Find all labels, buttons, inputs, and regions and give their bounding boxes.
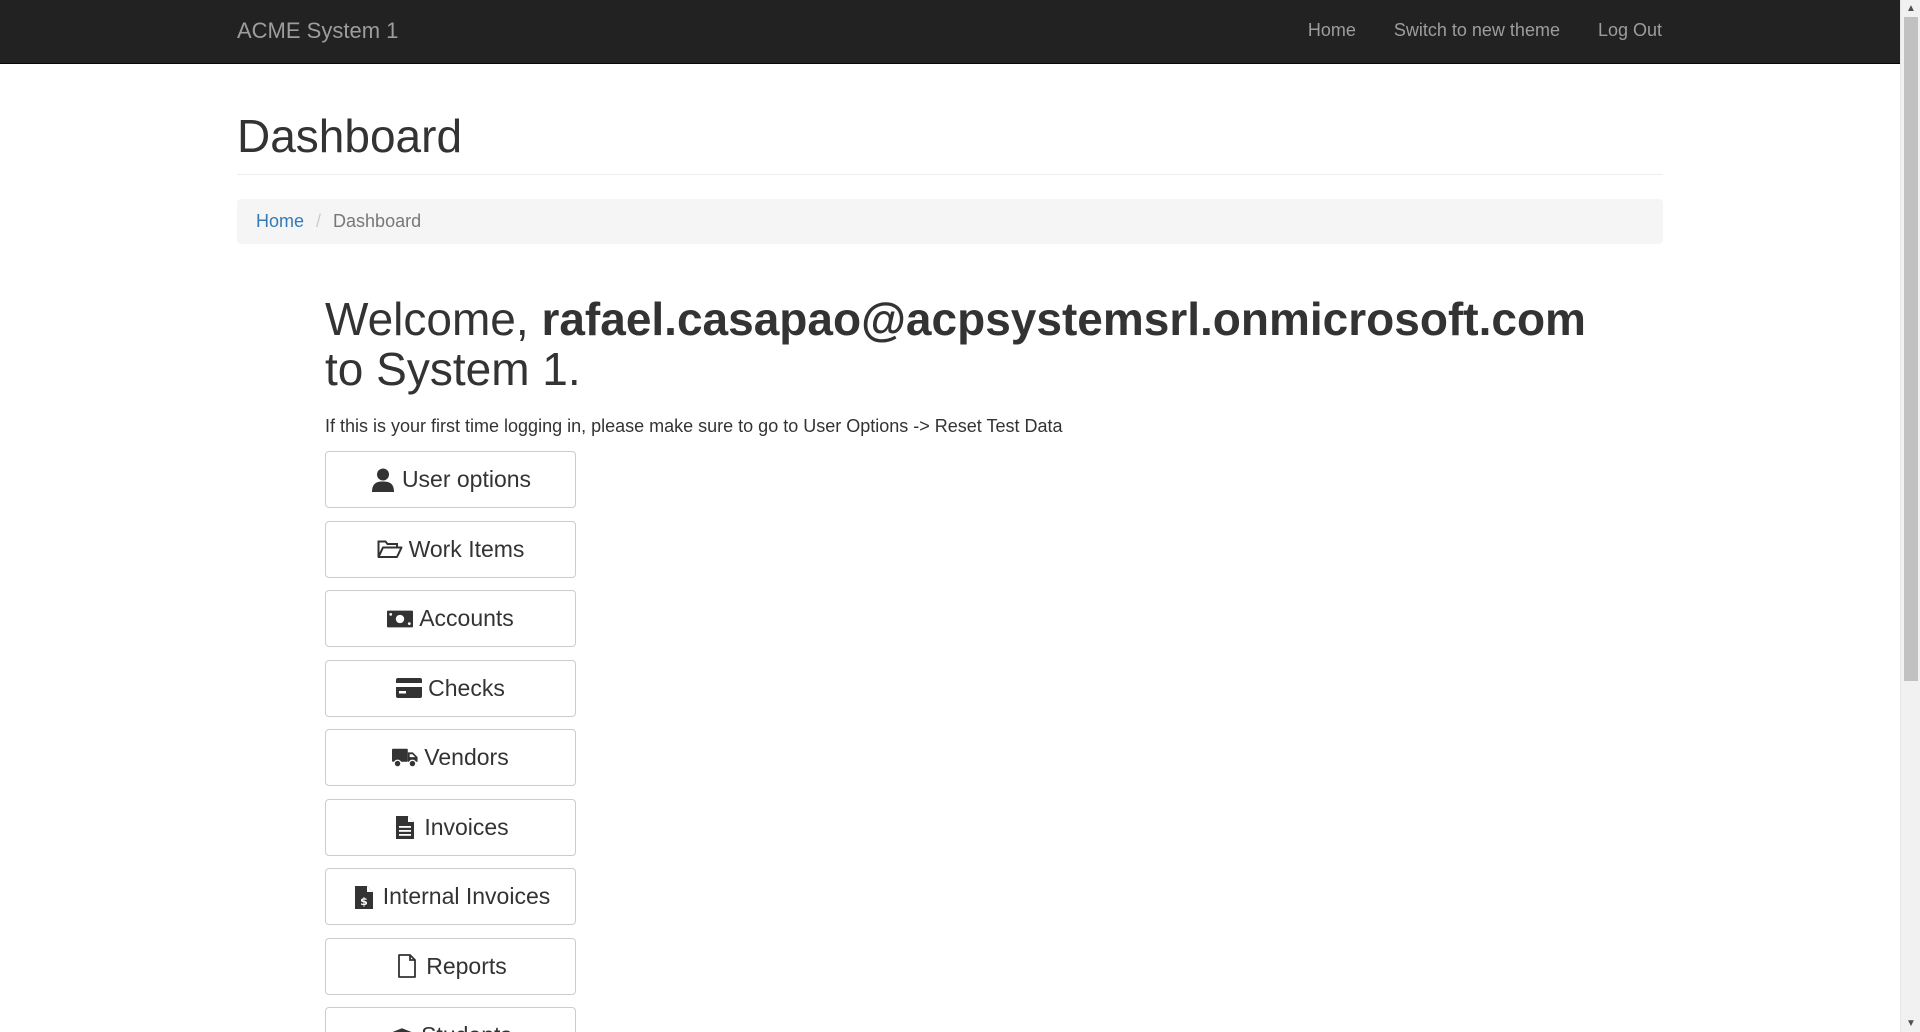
students-button[interactable]: Students	[325, 1007, 576, 1032]
welcome-section: Welcome, rafael.casapao@acpsystemsrl.onm…	[325, 294, 1625, 1032]
work-items-label: Work Items	[408, 535, 525, 562]
reports-button[interactable]: Reports	[325, 937, 576, 995]
welcome-heading: Welcome, rafael.casapao@acpsystemsrl.onm…	[325, 294, 1625, 394]
internal-invoices-label: Internal Invoices	[382, 883, 551, 909]
dashboard-menu: User options Work Items Accounts Checks …	[325, 451, 576, 1032]
vertical-scrollbar[interactable]: ▲ ▼	[1900, 0, 1920, 1032]
browser-viewport: ACME System 1 Home Switch to new theme L…	[0, 0, 1920, 1032]
user-options-label: User options	[401, 466, 532, 492]
scroll-down-arrow-icon[interactable]: ▼	[1901, 1015, 1920, 1032]
checks-label: Checks	[428, 674, 505, 701]
first-login-hint: If this is your first time logging in, p…	[325, 416, 1063, 436]
breadcrumb-home-link[interactable]: Home	[256, 211, 304, 232]
nav-logout-link[interactable]: Log Out	[1598, 20, 1662, 41]
scroll-up-arrow-icon[interactable]: ▲	[1901, 0, 1920, 17]
user-icon	[370, 467, 396, 493]
money-icon	[387, 606, 414, 632]
top-navbar: ACME System 1 Home Switch to new theme L…	[0, 0, 1900, 64]
user-options-button[interactable]: User options	[325, 451, 576, 508]
svg-text:$: $	[360, 895, 368, 908]
accounts-label: Accounts	[419, 605, 514, 631]
welcome-user: rafael.casapao@acpsystemsrl.onmicrosoft.…	[541, 293, 1586, 345]
vendors-label: Vendors	[424, 744, 509, 770]
welcome-prefix: Welcome,	[325, 293, 542, 345]
students-label: Students	[421, 1022, 512, 1032]
internal-invoices-button[interactable]: $ Internal Invoices	[325, 868, 576, 925]
reports-label: Reports	[426, 952, 507, 979]
navbar-links: Home Switch to new theme Log Out	[1270, 20, 1662, 41]
graduation-cap-icon	[389, 1023, 415, 1032]
nav-switch-theme-link[interactable]: Switch to new theme	[1394, 20, 1560, 41]
welcome-suffix: to System 1.	[325, 343, 581, 395]
page-title: Dashboard	[237, 110, 463, 162]
main-container: Dashboard Home / Dashboard Welcome, rafa…	[237, 64, 1663, 1032]
truck-icon	[392, 745, 418, 771]
nav-home-link[interactable]: Home	[1308, 20, 1356, 41]
file-text-icon	[392, 814, 418, 840]
invoices-label: Invoices	[424, 813, 509, 840]
file-invoice-dollar-icon: $	[351, 884, 377, 910]
credit-card-icon	[396, 675, 423, 701]
scroll-thumb[interactable]	[1904, 17, 1918, 681]
accounts-button[interactable]: Accounts	[325, 590, 576, 647]
breadcrumb-separator: /	[316, 210, 322, 231]
work-items-button[interactable]: Work Items	[325, 520, 576, 578]
brand-link[interactable]: ACME System 1	[237, 18, 398, 44]
file-icon	[394, 953, 420, 979]
breadcrumb: Home / Dashboard	[237, 198, 1663, 244]
vendors-button[interactable]: Vendors	[325, 729, 576, 786]
breadcrumb-current: Dashboard	[333, 210, 422, 231]
folder-open-icon	[377, 536, 403, 562]
checks-button[interactable]: Checks	[325, 659, 576, 717]
page-header: Dashboard	[237, 111, 1663, 175]
invoices-button[interactable]: Invoices	[325, 798, 576, 856]
